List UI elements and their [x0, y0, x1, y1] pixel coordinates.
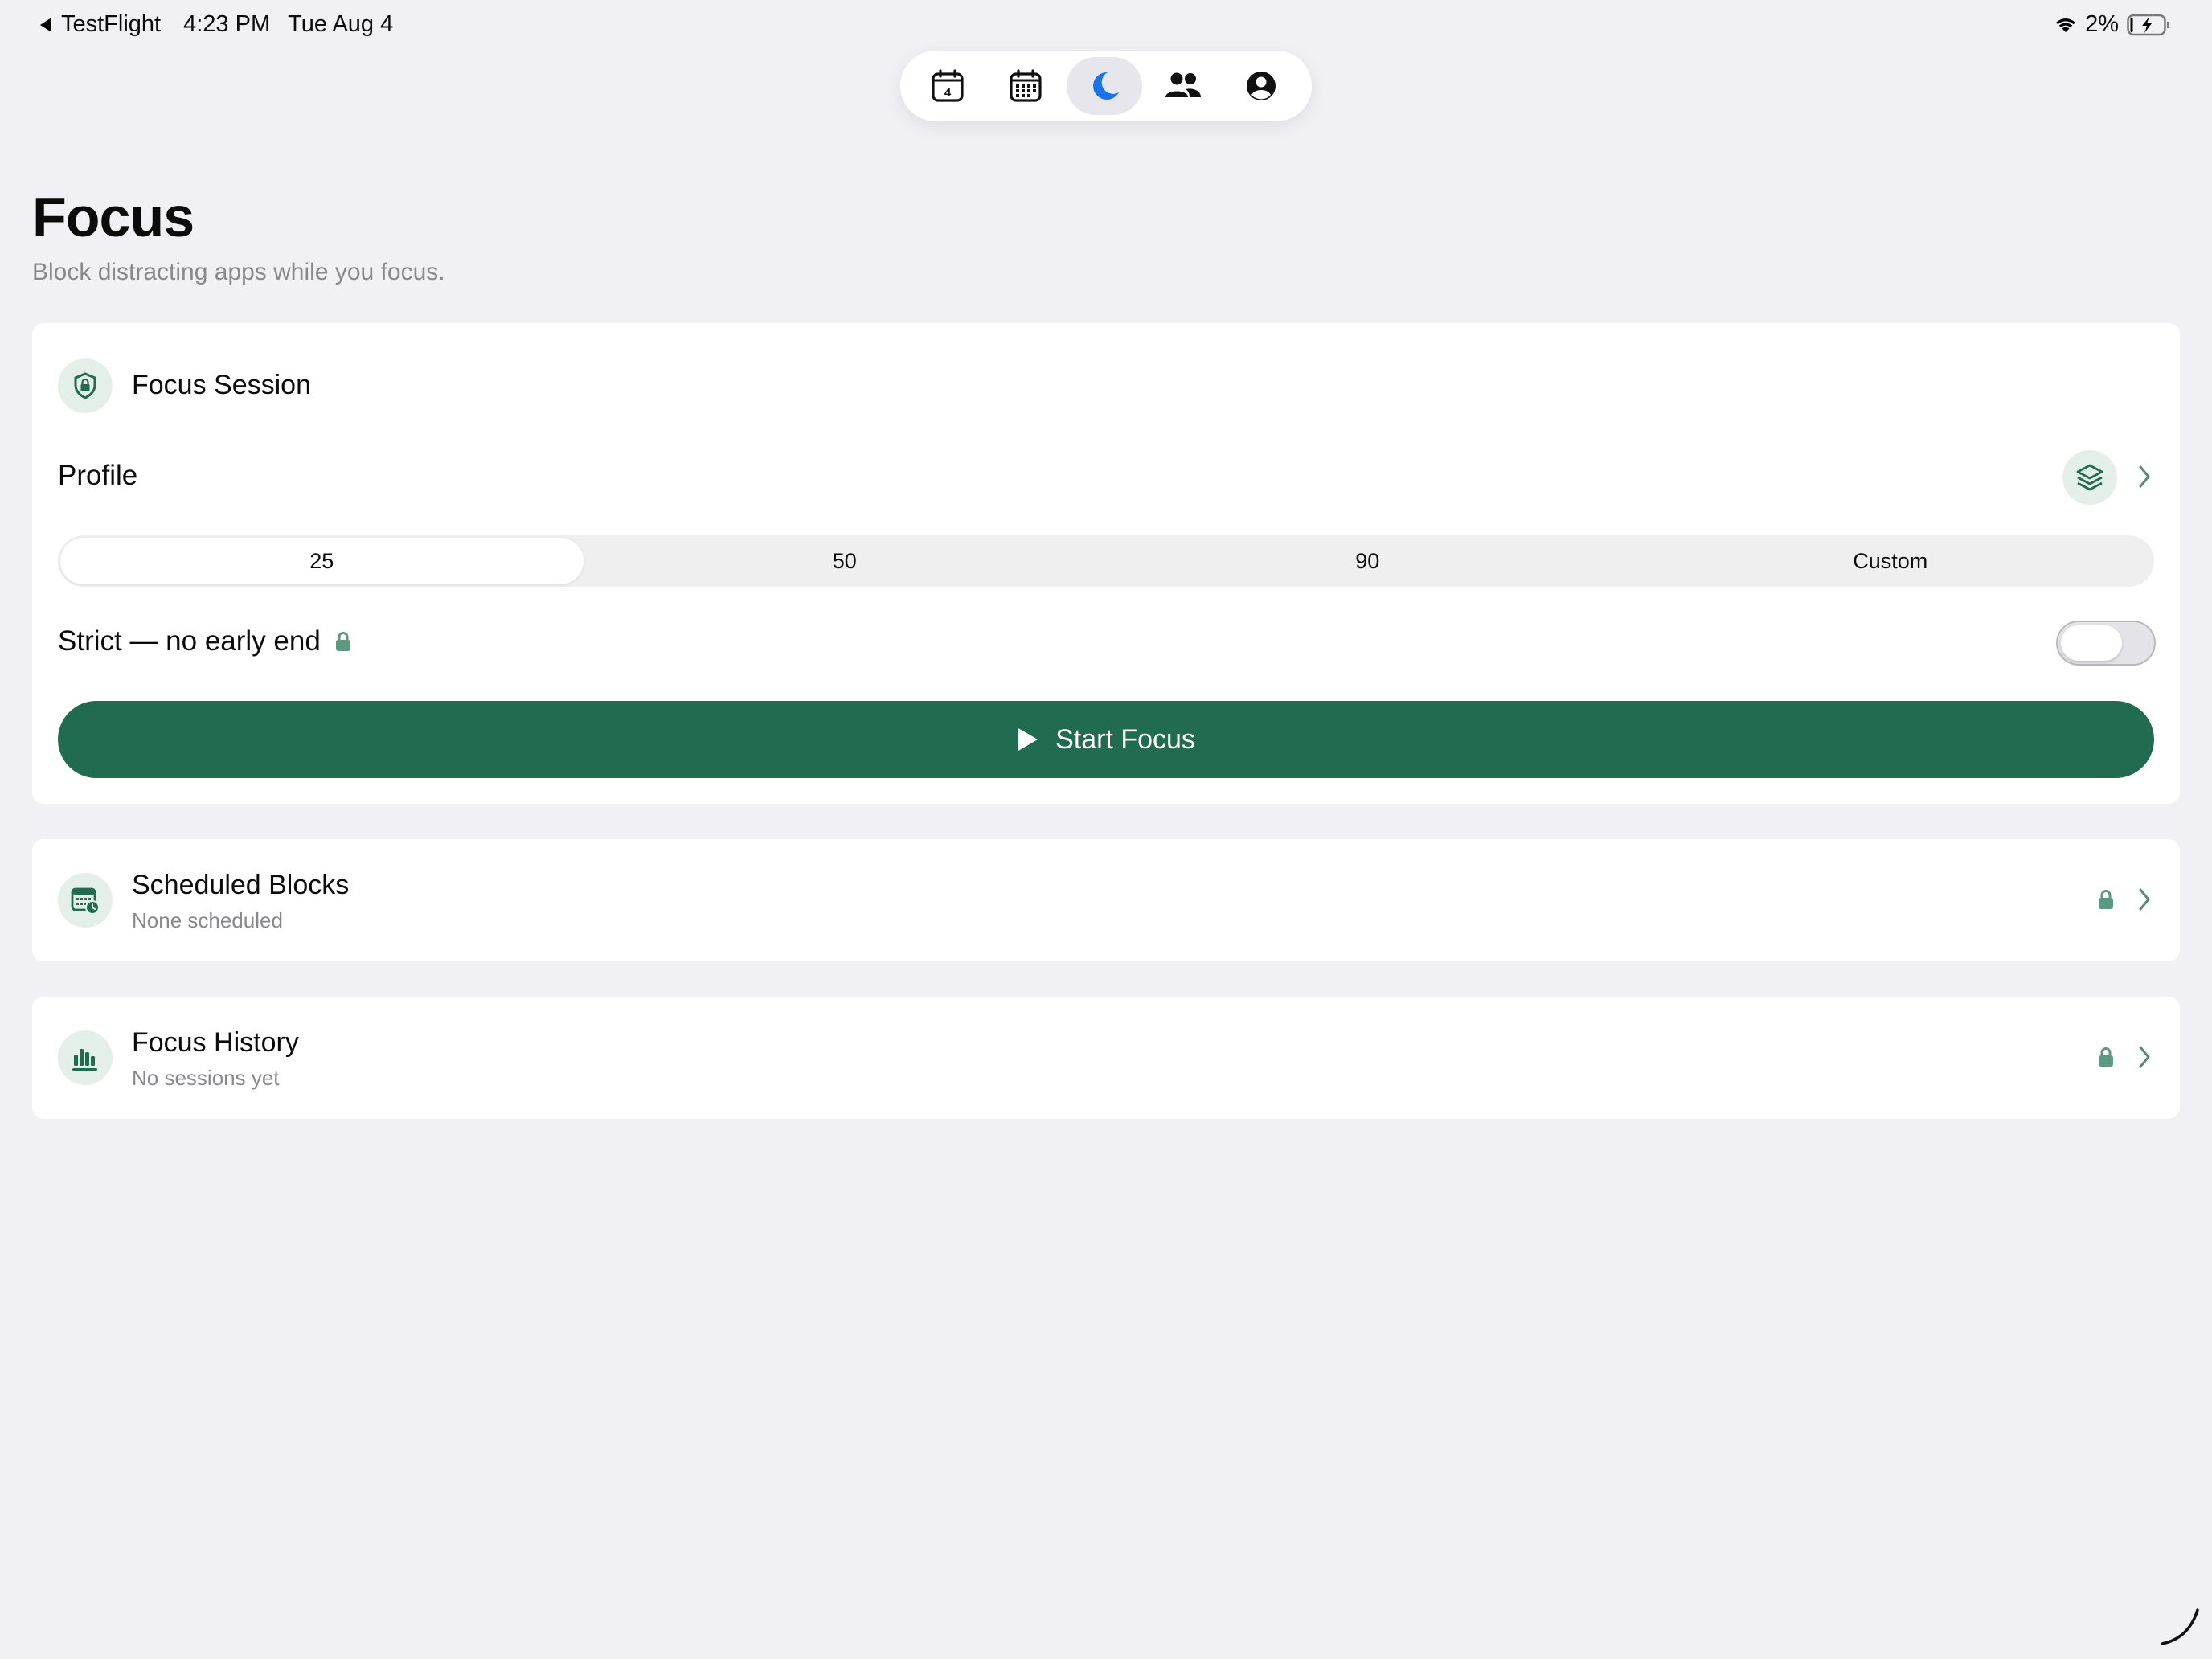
strict-row: Strict — no early end: [58, 625, 351, 657]
back-arrow-icon[interactable]: [40, 17, 51, 32]
scheduled-blocks-subtitle: None scheduled: [132, 908, 283, 932]
status-time: 4:23 PM: [183, 11, 271, 37]
duration-option-50[interactable]: 50: [584, 538, 1107, 584]
profile-icon: [1245, 70, 1277, 102]
strict-toggle[interactable]: [2056, 621, 2156, 666]
tab-focus[interactable]: [1067, 57, 1142, 115]
layers-icon[interactable]: [2062, 450, 2117, 505]
chevron-right-icon: [2138, 887, 2151, 911]
profile-chevron-icon[interactable]: [2138, 465, 2151, 489]
chevron-right-icon: [2138, 1045, 2151, 1069]
tab-people[interactable]: [1145, 57, 1221, 115]
profile-label: Profile: [58, 460, 138, 491]
lock-icon: [2098, 889, 2114, 914]
duration-option-90[interactable]: 90: [1106, 538, 1629, 584]
focus-session-card: Focus Session Profile 25 50 90 Custom St…: [32, 323, 2180, 804]
calendar-clock-icon: [58, 873, 113, 928]
tab-profile[interactable]: [1223, 57, 1299, 115]
status-right: 2%: [2054, 11, 2172, 38]
tab-bar: 4: [900, 51, 1312, 121]
calendar-month-icon: [1008, 68, 1043, 104]
lock-icon: [335, 631, 351, 652]
battery-charging-icon: [2127, 14, 2172, 36]
shield-lock-icon: [58, 358, 113, 413]
focus-history-title: Focus History: [132, 1027, 299, 1058]
scheduled-blocks-card[interactable]: Scheduled Blocks None scheduled: [32, 839, 2180, 961]
toggle-knob: [2061, 625, 2122, 661]
play-icon: [1017, 727, 1039, 752]
status-date: Tue Aug 4: [288, 11, 394, 37]
tab-today[interactable]: 4: [910, 57, 985, 115]
duration-option-custom[interactable]: Custom: [1629, 538, 2153, 584]
focus-screen: TestFlight 4:23 PM Tue Aug 4 2% 4 Focus …: [0, 0, 2212, 1659]
wifi-icon: [2054, 16, 2077, 34]
moon-icon: [1087, 68, 1122, 104]
strict-label: Strict — no early end: [58, 625, 321, 657]
start-focus-button[interactable]: Start Focus: [58, 701, 2154, 778]
calendar-badge: 4: [944, 86, 952, 100]
people-icon: [1163, 70, 1203, 102]
battery-percent: 2%: [2085, 11, 2119, 37]
duration-segmented-control: 25 50 90 Custom: [58, 535, 2154, 587]
duration-option-25[interactable]: 25: [60, 538, 584, 584]
resize-corner-icon[interactable]: [2157, 1604, 2202, 1653]
status-left: TestFlight 4:23 PM Tue Aug 4: [40, 11, 393, 38]
calendar-day-icon: 4: [930, 68, 965, 104]
start-focus-label: Start Focus: [1055, 723, 1195, 755]
bar-chart-icon: [58, 1030, 113, 1085]
lock-icon: [2098, 1047, 2114, 1071]
back-app-link[interactable]: TestFlight: [61, 11, 161, 38]
scheduled-blocks-title: Scheduled Blocks: [132, 870, 350, 900]
status-bar: TestFlight 4:23 PM Tue Aug 4 2%: [0, 0, 2212, 53]
focus-session-title: Focus Session: [132, 370, 311, 400]
page-subtitle: Block distracting apps while you focus.: [32, 259, 445, 285]
page-title: Focus: [32, 186, 195, 248]
tab-calendar[interactable]: [989, 57, 1064, 115]
focus-history-subtitle: No sessions yet: [132, 1066, 280, 1090]
focus-history-card[interactable]: Focus History No sessions yet: [32, 997, 2180, 1119]
